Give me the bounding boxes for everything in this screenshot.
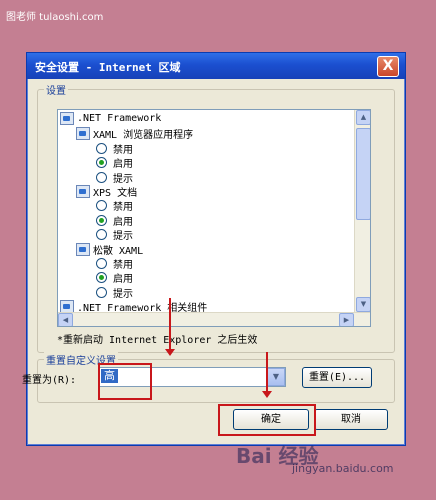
- tree-item-label: 启用: [113, 274, 133, 286]
- radio-button-icon[interactable]: [96, 214, 107, 226]
- tree-category[interactable]: XPS 文档: [76, 184, 137, 199]
- watermark-top: 图老师 tulaoshi.com: [6, 12, 104, 23]
- tree-option[interactable]: 提示: [96, 227, 133, 242]
- tree-category[interactable]: .NET Framework 相关组件: [60, 299, 207, 312]
- radio-button-icon[interactable]: [96, 229, 107, 241]
- arrow-to-ok-icon: [262, 352, 272, 398]
- tree-item-label: .NET Framework: [77, 113, 162, 124]
- tree-option[interactable]: 启用: [96, 213, 133, 228]
- scroll-left-icon[interactable]: ◀: [58, 313, 73, 326]
- tree-category[interactable]: .NET Framework: [60, 112, 161, 125]
- tree-item-label: 启用: [113, 159, 133, 171]
- vertical-scrollbar[interactable]: ▲ ▼: [354, 110, 370, 312]
- restart-note: *重新启动 Internet Explorer 之后生效: [57, 335, 258, 346]
- tree-category[interactable]: XAML 浏览器应用程序: [76, 126, 193, 141]
- settings-folder-icon: [60, 112, 74, 125]
- tree-item-label: 提示: [113, 231, 133, 243]
- tree-option[interactable]: 提示: [96, 285, 133, 300]
- scroll-down-icon[interactable]: ▼: [356, 297, 370, 312]
- tree-option[interactable]: 提示: [96, 170, 133, 185]
- settings-folder-icon: [76, 127, 90, 141]
- settings-group-label: 设置: [44, 82, 68, 97]
- settings-tree-content: .NET Framework XAML 浏览器应用程序 禁用 启用 提示 XPS 文档 禁用…: [58, 110, 354, 312]
- arrow-to-level-icon: [165, 298, 175, 356]
- reset-to-label: 重置为(R):: [22, 375, 77, 386]
- close-button[interactable]: X: [377, 56, 399, 77]
- radio-button-icon[interactable]: [96, 286, 107, 298]
- radio-button-icon[interactable]: [96, 142, 107, 154]
- tree-item-label: XPS 文档: [93, 188, 138, 199]
- site-watermark: jingyan.baidu.com: [292, 462, 394, 475]
- tree-item-label: 提示: [113, 288, 133, 300]
- scroll-right-icon[interactable]: ▶: [339, 313, 354, 326]
- scroll-thumb[interactable]: [356, 128, 370, 220]
- highlight-box-ok: [218, 404, 316, 436]
- tree-option[interactable]: 禁用: [96, 141, 133, 156]
- highlight-box-level: [98, 363, 152, 400]
- scroll-up-icon[interactable]: ▲: [356, 110, 370, 125]
- settings-tree[interactable]: .NET Framework XAML 浏览器应用程序 禁用 启用 提示 XPS 文档 禁用…: [57, 109, 371, 327]
- tree-item-label: 提示: [113, 173, 133, 185]
- dialog-title: 安全设置 - Internet 区域: [35, 61, 181, 74]
- settings-folder-icon: [60, 300, 74, 312]
- reset-button[interactable]: 重置(E)...: [302, 367, 372, 388]
- radio-button-icon[interactable]: [96, 200, 107, 212]
- tree-item-label: 禁用: [113, 202, 133, 214]
- settings-folder-icon: [76, 185, 90, 198]
- tree-option[interactable]: 禁用: [96, 256, 133, 271]
- tree-option[interactable]: 启用: [96, 270, 133, 285]
- chevron-down-icon[interactable]: ▼: [267, 368, 285, 386]
- settings-folder-icon: [76, 242, 90, 256]
- horizontal-scrollbar[interactable]: ◀ ▶: [58, 312, 370, 326]
- tree-item-label: 禁用: [113, 260, 133, 271]
- cancel-button[interactable]: 取消: [314, 409, 388, 430]
- radio-button-icon[interactable]: [96, 258, 107, 269]
- radio-button-icon[interactable]: [96, 171, 107, 183]
- tree-category[interactable]: 松散 XAML: [76, 242, 143, 257]
- radio-button-icon[interactable]: [96, 272, 107, 284]
- tree-option[interactable]: 启用: [96, 155, 133, 170]
- tree-option[interactable]: 禁用: [96, 198, 133, 213]
- tree-item-label: 启用: [113, 216, 133, 228]
- tree-item-label: XAML 浏览器应用程序: [93, 130, 194, 142]
- tree-item-label: 禁用: [113, 144, 133, 156]
- radio-button-icon[interactable]: [96, 157, 107, 169]
- tree-item-label: 松散 XAML: [93, 245, 144, 257]
- tree-item-label: .NET Framework 相关组件: [77, 303, 208, 312]
- title-bar[interactable]: 安全设置 - Internet 区域 X: [27, 53, 405, 79]
